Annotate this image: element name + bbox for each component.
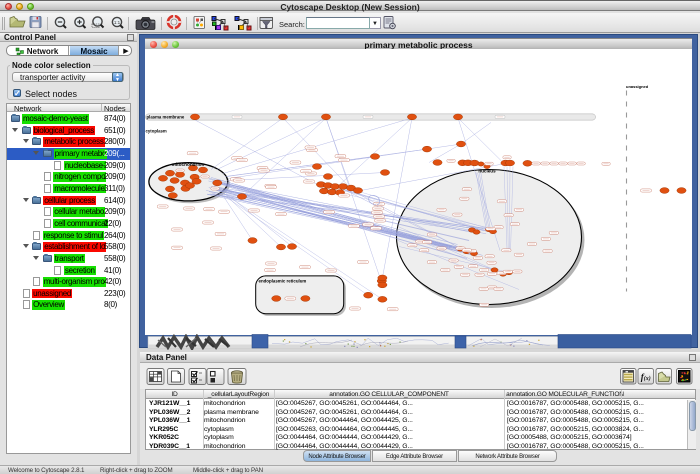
- svg-text:1:1: 1:1: [114, 20, 121, 25]
- svg-text:mitochondrion: mitochondrion: [172, 161, 205, 166]
- svg-text:endoplasmic reticulum: endoplasmic reticulum: [259, 278, 307, 283]
- svg-text:plasma membrane: plasma membrane: [147, 114, 185, 119]
- svg-text:nucleus: nucleus: [478, 168, 496, 173]
- svg-text:cytoplasm: cytoplasm: [146, 128, 167, 133]
- svg-text:unassigned: unassigned: [626, 84, 649, 89]
